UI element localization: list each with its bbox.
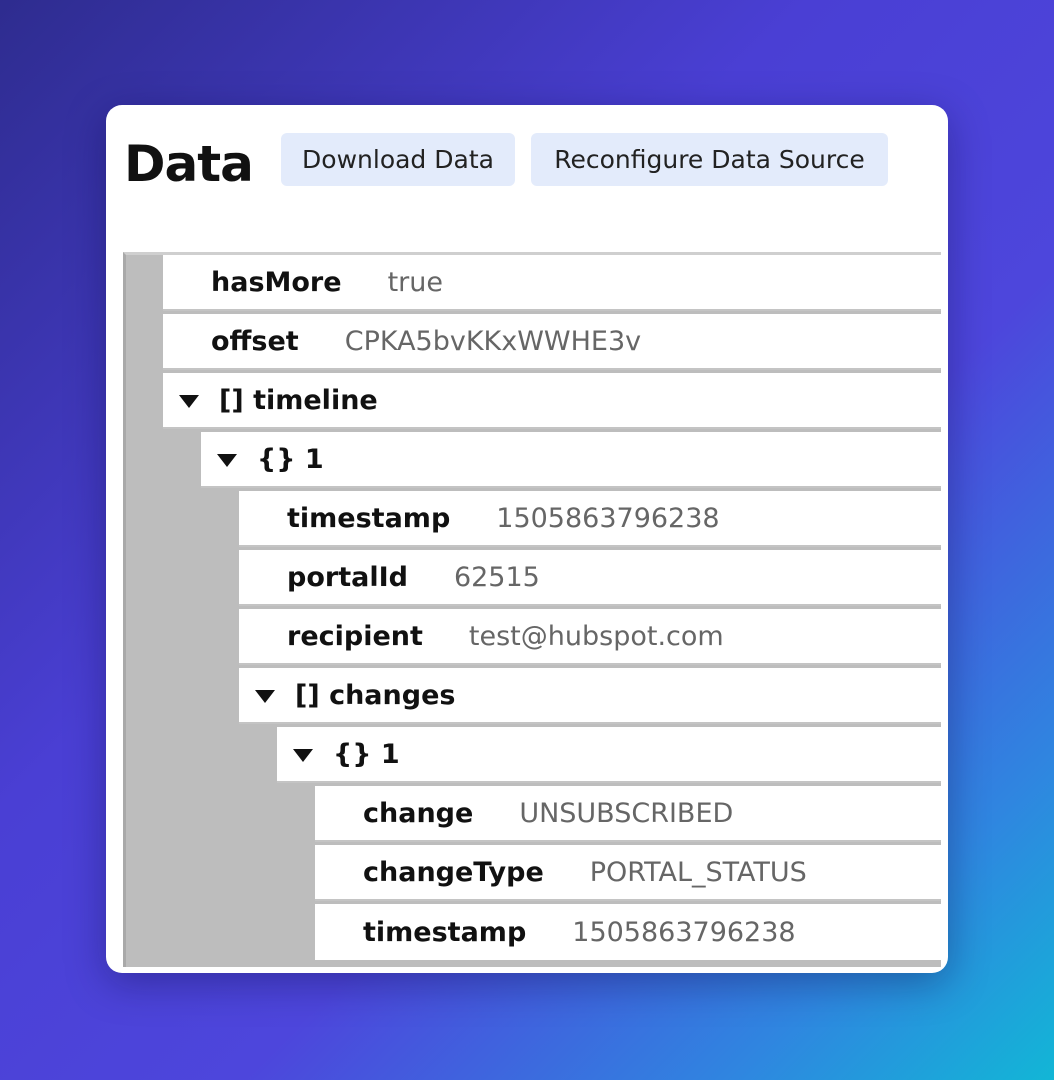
tree-key: changeType — [363, 856, 544, 888]
tree-key: hasMore — [211, 266, 342, 298]
caret-down-icon[interactable] — [217, 453, 237, 467]
tree-key: [] changes — [295, 679, 456, 711]
page-title: Data — [124, 135, 254, 193]
json-tree: hasMore true offset CPKA5bvKKxWWHE3v [] … — [123, 252, 941, 967]
reconfigure-data-source-button[interactable]: Reconfigure Data Source — [531, 133, 888, 186]
tree-row-timestamp: timestamp 1505863796238 — [239, 491, 941, 547]
tree-node-timeline-item-1[interactable]: {} 1 — [201, 432, 941, 488]
tree-key: [] timeline — [219, 384, 378, 416]
caret-down-icon[interactable] — [293, 748, 313, 762]
tree-value: true — [387, 266, 443, 298]
tree-row-portalid: portalId 62515 — [239, 550, 941, 606]
tree-key: recipient — [287, 620, 423, 652]
tree-value: UNSUBSCRIBED — [519, 797, 734, 829]
tree-key: timestamp — [287, 502, 451, 534]
tree-value: PORTAL_STATUS — [589, 856, 807, 888]
tree-value: CPKA5bvKKxWWHE3v — [344, 325, 642, 357]
tree-row-change: change UNSUBSCRIBED — [315, 786, 941, 842]
caret-down-icon[interactable] — [255, 689, 275, 703]
tree-key: offset — [211, 325, 299, 357]
tree-row-hasmore: hasMore true — [163, 255, 941, 311]
tree-row-change-timestamp: timestamp 1505863796238 — [315, 904, 941, 960]
download-data-button[interactable]: Download Data — [281, 133, 515, 186]
tree-key: {} 1 — [257, 443, 324, 475]
tree-value: test@hubspot.com — [468, 620, 724, 652]
tree-node-changes[interactable]: [] changes — [239, 668, 941, 724]
tree-row-offset: offset CPKA5bvKKxWWHE3v — [163, 314, 941, 370]
tree-node-changes-item-1[interactable]: {} 1 — [277, 727, 941, 783]
tree-value: 1505863796238 — [572, 916, 796, 948]
tree-row-recipient: recipient test@hubspot.com — [239, 609, 941, 665]
tree-value: 62515 — [453, 561, 540, 593]
data-panel: Data Download Data Reconfigure Data Sour… — [106, 105, 948, 973]
tree-key: portalId — [287, 561, 408, 593]
tree-key: change — [363, 797, 474, 829]
tree-key: timestamp — [363, 916, 527, 948]
tree-node-timeline[interactable]: [] timeline — [163, 373, 941, 429]
tree-value: 1505863796238 — [496, 502, 720, 534]
tree-key: {} 1 — [333, 738, 400, 770]
caret-down-icon[interactable] — [179, 394, 199, 408]
tree-row-changetype: changeType PORTAL_STATUS — [315, 845, 941, 901]
